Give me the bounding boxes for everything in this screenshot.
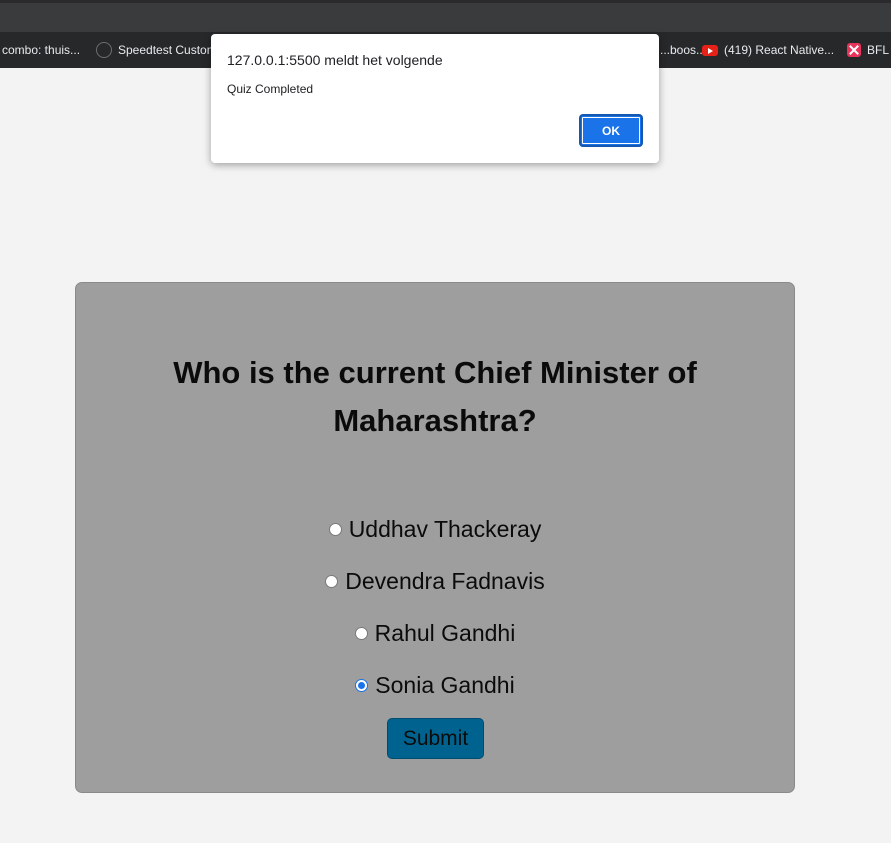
submit-button[interactable]: Submit — [387, 718, 484, 759]
option-label: Sonia Gandhi — [375, 671, 515, 698]
radio-button-selected[interactable] — [355, 678, 369, 692]
option-label: Uddhav Thackeray — [348, 515, 542, 542]
dialog-message: Quiz Completed — [227, 82, 314, 96]
radio-button[interactable] — [325, 574, 339, 588]
option-sonia-gandhi[interactable]: Sonia Gandhi — [76, 670, 794, 700]
quiz-card: Who is the current Chief Minister of Mah… — [75, 282, 795, 793]
bookmark-label: ...boos... — [660, 43, 707, 57]
browser-tab-strip — [0, 0, 891, 32]
youtube-icon — [702, 44, 718, 56]
option-label: Rahul Gandhi — [374, 619, 516, 646]
ok-button[interactable]: OK — [579, 114, 643, 147]
bookmark-combo[interactable]: combo: thuis... — [2, 32, 80, 68]
bookmark-label: (419) React Native... — [724, 43, 835, 57]
question-heading: Who is the current Chief Minister of Mah… — [173, 355, 697, 438]
speedtest-icon — [96, 42, 112, 58]
option-devendra-fadnavis[interactable]: Devendra Fadnavis — [76, 566, 794, 596]
dialog-title: 127.0.0.1:5500 meldt het volgende — [227, 52, 443, 68]
bookmark-label: combo: thuis... — [2, 43, 81, 57]
bfl-icon — [847, 43, 861, 57]
option-uddhav-thackeray[interactable]: Uddhav Thackeray — [76, 514, 794, 544]
bookmark-bfl[interactable]: BFL — [847, 32, 889, 68]
radio-button[interactable] — [354, 626, 368, 640]
bookmark-speedtest[interactable]: Speedtest Custom... — [96, 32, 227, 68]
bookmark-boos[interactable]: ...boos... — [660, 32, 706, 68]
bookmark-react-native[interactable]: (419) React Native... — [702, 32, 834, 68]
bookmark-label: BFL — [867, 43, 890, 57]
alert-dialog: 127.0.0.1:5500 meldt het volgende Quiz C… — [211, 34, 659, 163]
option-rahul-gandhi[interactable]: Rahul Gandhi — [76, 618, 794, 648]
radio-button[interactable] — [328, 522, 342, 536]
option-label: Devendra Fadnavis — [345, 567, 545, 594]
